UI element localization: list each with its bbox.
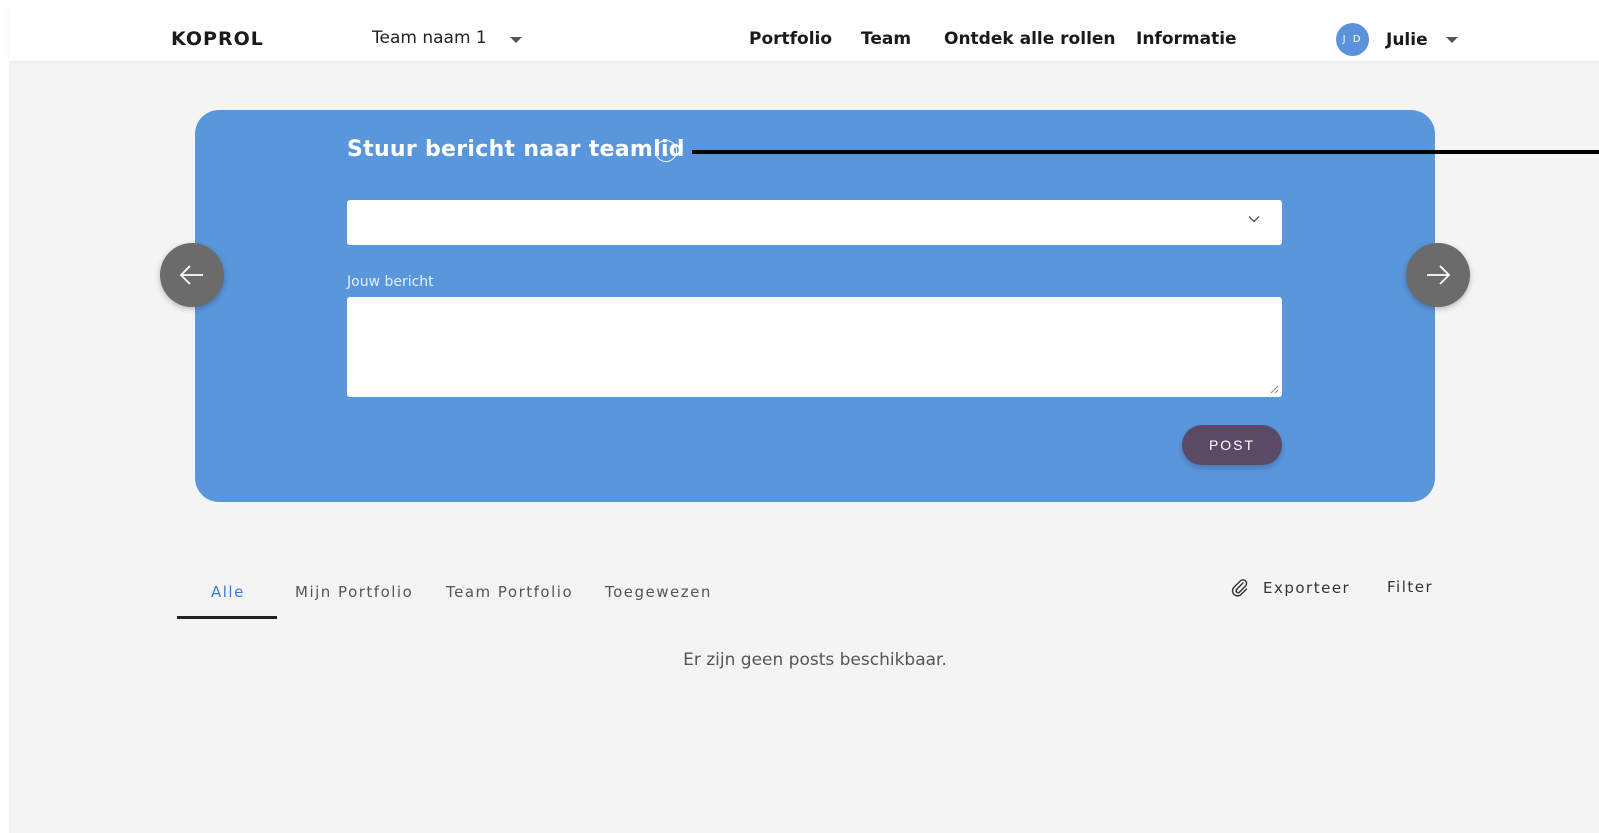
team-select-label: Team naam 1 xyxy=(372,28,487,48)
tab-alle[interactable]: Alle xyxy=(211,583,245,601)
export-label: Exporteer xyxy=(1263,579,1351,597)
user-name: Julie xyxy=(1386,29,1428,50)
previous-button[interactable] xyxy=(160,243,224,307)
post-button[interactable]: POST xyxy=(1182,425,1282,465)
tab-toegewezen[interactable]: Toegewezen xyxy=(605,583,712,601)
nav-item-portfolio[interactable]: Portfolio xyxy=(749,29,832,49)
empty-state-message: Er zijn geen posts beschikbaar. xyxy=(683,650,947,670)
filter-button[interactable]: Filter xyxy=(1387,578,1433,596)
message-card: Stuur bericht naar teamlid i Jouw berich… xyxy=(195,110,1435,502)
nav-item-team[interactable]: Team xyxy=(861,29,911,49)
message-textarea[interactable] xyxy=(347,297,1282,397)
card-title: Stuur bericht naar teamlid xyxy=(347,137,685,162)
info-icon[interactable]: i xyxy=(655,140,677,162)
arrow-right-icon xyxy=(1427,265,1451,285)
next-button[interactable] xyxy=(1406,243,1470,307)
arrow-left-icon xyxy=(179,265,203,285)
team-select[interactable]: Team naam 1 xyxy=(372,28,522,48)
top-navbar: KOPROL Team naam 1 Portfolio Team Ontdek… xyxy=(9,6,1599,61)
logo[interactable]: KOPROL xyxy=(171,28,264,50)
caret-down-icon xyxy=(510,37,522,43)
annotation-pointer-line xyxy=(692,150,1599,154)
user-menu[interactable]: J D Julie xyxy=(1336,23,1458,56)
resize-handle-icon[interactable] xyxy=(1270,385,1279,394)
nav-item-ontdek-alle-rollen[interactable]: Ontdek alle rollen xyxy=(944,29,1116,49)
chevron-down-icon xyxy=(1248,216,1260,223)
caret-down-icon xyxy=(1445,36,1458,43)
tab-mijn-portfolio[interactable]: Mijn Portfolio xyxy=(295,583,413,601)
nav-item-informatie[interactable]: Informatie xyxy=(1136,29,1237,49)
message-label: Jouw bericht xyxy=(347,274,434,290)
avatar: J D xyxy=(1336,23,1369,56)
active-tab-indicator xyxy=(177,616,277,619)
tab-team-portfolio[interactable]: Team Portfolio xyxy=(446,583,573,601)
team-member-select[interactable] xyxy=(347,200,1282,245)
paperclip-icon xyxy=(1231,579,1248,597)
export-button[interactable]: Exporteer xyxy=(1231,578,1350,598)
